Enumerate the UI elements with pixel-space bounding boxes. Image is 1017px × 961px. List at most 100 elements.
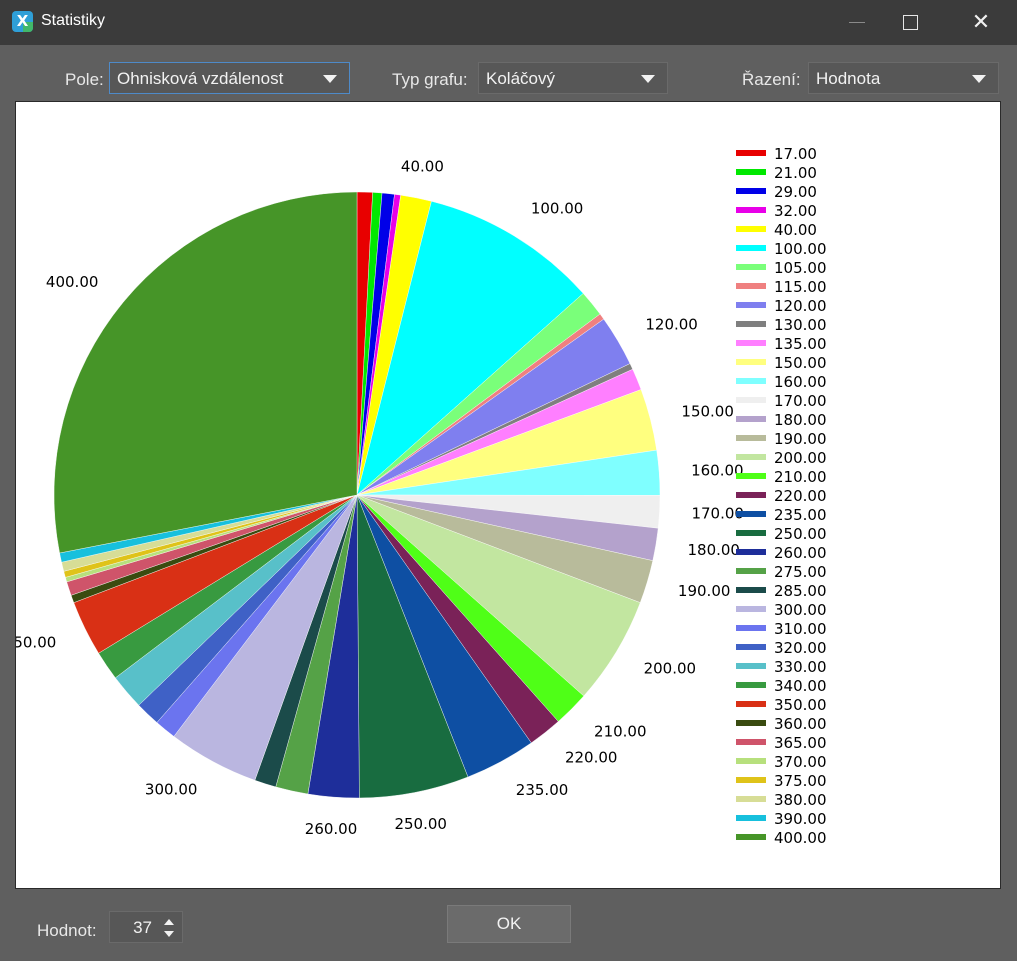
legend-label: 260.00 [774, 544, 827, 562]
spin-up-icon[interactable] [164, 919, 174, 925]
ok-button[interactable]: OK [447, 905, 571, 943]
legend-label: 300.00 [774, 601, 827, 619]
legend-swatch [736, 834, 766, 840]
sort-label: Řazení: [742, 70, 801, 89]
slice-label: 235.00 [516, 781, 569, 799]
value-count-label: Hodnot: [37, 921, 97, 940]
legend-label: 29.00 [774, 183, 817, 201]
legend-swatch [736, 264, 766, 270]
legend-label: 180.00 [774, 411, 827, 429]
legend-swatch [736, 663, 766, 669]
app-icon: X [12, 11, 33, 32]
field-label: Pole: [65, 70, 104, 89]
legend-swatch [736, 169, 766, 175]
legend-label: 220.00 [774, 487, 827, 505]
legend-label: 365.00 [774, 734, 827, 752]
legend-swatch [736, 644, 766, 650]
legend-swatch [736, 606, 766, 612]
legend-label: 21.00 [774, 164, 817, 182]
value-count-value: 37 [133, 918, 152, 937]
maximize-button[interactable] [887, 0, 933, 45]
legend-label: 190.00 [774, 430, 827, 448]
legend-label: 390.00 [774, 810, 827, 828]
legend-label: 310.00 [774, 620, 827, 638]
legend-label: 32.00 [774, 202, 817, 220]
legend-swatch [736, 226, 766, 232]
chart-type-select[interactable]: Koláčový [478, 62, 668, 94]
slice-label: 40.00 [401, 157, 444, 175]
legend-label: 135.00 [774, 335, 827, 353]
legend-label: 130.00 [774, 316, 827, 334]
sort-select-value: Hodnota [816, 69, 881, 88]
slice-label: 160.00 [691, 461, 744, 479]
legend-swatch [736, 283, 766, 289]
slice-label: 190.00 [678, 582, 731, 600]
slice-label: 100.00 [531, 200, 584, 218]
minimize-icon [849, 22, 865, 23]
legend-label: 285.00 [774, 582, 827, 600]
legend-label: 105.00 [774, 259, 827, 277]
legend-label: 170.00 [774, 392, 827, 410]
spin-down-icon[interactable] [164, 931, 174, 937]
legend-swatch [736, 340, 766, 346]
field-select-value: Ohnisková vzdálenost [117, 69, 284, 88]
sort-select[interactable]: Hodnota [808, 62, 999, 94]
slice-label: 150.00 [681, 402, 734, 420]
minimize-button[interactable] [833, 0, 879, 45]
title-bar: X Statistiky ✕ [0, 0, 1017, 45]
legend-label: 360.00 [774, 715, 827, 733]
legend-swatch [736, 568, 766, 574]
legend-swatch [736, 207, 766, 213]
legend-swatch [736, 758, 766, 764]
slice-label: 260.00 [305, 820, 358, 838]
legend-swatch [736, 530, 766, 536]
legend-label: 330.00 [774, 658, 827, 676]
slice-label: 200.00 [644, 659, 697, 677]
legend-swatch [736, 549, 766, 555]
pie-chart: 40.00100.00120.00150.00160.00170.00180.0… [16, 145, 827, 847]
chart-type-select-value: Koláčový [486, 69, 555, 88]
legend-swatch [736, 815, 766, 821]
legend-swatch [736, 188, 766, 194]
legend-swatch [736, 321, 766, 327]
legend-swatch [736, 302, 766, 308]
slice-label: 120.00 [645, 316, 698, 334]
legend-swatch [736, 777, 766, 783]
chevron-down-icon [323, 75, 337, 83]
legend-label: 250.00 [774, 525, 827, 543]
chevron-down-icon [972, 75, 986, 83]
chart-panel: 40.00 100.00 120.00 150.00 160.00 170.00 180.0… [15, 101, 1001, 889]
field-select[interactable]: Ohnisková vzdálenost [109, 62, 350, 94]
legend-swatch [736, 625, 766, 631]
legend-label: 200.00 [774, 449, 827, 467]
legend-swatch [736, 378, 766, 384]
slice-label: 300.00 [145, 781, 198, 799]
legend-swatch [736, 473, 766, 479]
legend-label: 275.00 [774, 563, 827, 581]
legend-label: 320.00 [774, 639, 827, 657]
window-title: Statistiky [41, 12, 106, 29]
legend-label: 210.00 [774, 468, 827, 486]
close-button[interactable]: ✕ [958, 0, 1004, 45]
legend-label: 340.00 [774, 677, 827, 695]
maximize-icon [903, 15, 918, 30]
legend-label: 235.00 [774, 506, 827, 524]
pie-slice-400.00 [53, 191, 358, 554]
legend-label: 100.00 [774, 240, 827, 258]
slice-label: 350.00 [16, 634, 56, 652]
legend-label: 17.00 [774, 145, 817, 163]
legend-swatch [736, 682, 766, 688]
legend-label: 40.00 [774, 221, 817, 239]
legend-swatch [736, 454, 766, 460]
legend-swatch [736, 245, 766, 251]
legend-swatch [736, 397, 766, 403]
legend-label: 375.00 [774, 772, 827, 790]
legend-label: 150.00 [774, 354, 827, 372]
value-count-spinbox[interactable]: 37 [109, 911, 183, 943]
legend-swatch [736, 720, 766, 726]
legend-label: 350.00 [774, 696, 827, 714]
slice-label: 400.00 [46, 273, 99, 291]
close-icon: ✕ [971, 10, 991, 35]
legend-swatch [736, 359, 766, 365]
legend-swatch [736, 492, 766, 498]
